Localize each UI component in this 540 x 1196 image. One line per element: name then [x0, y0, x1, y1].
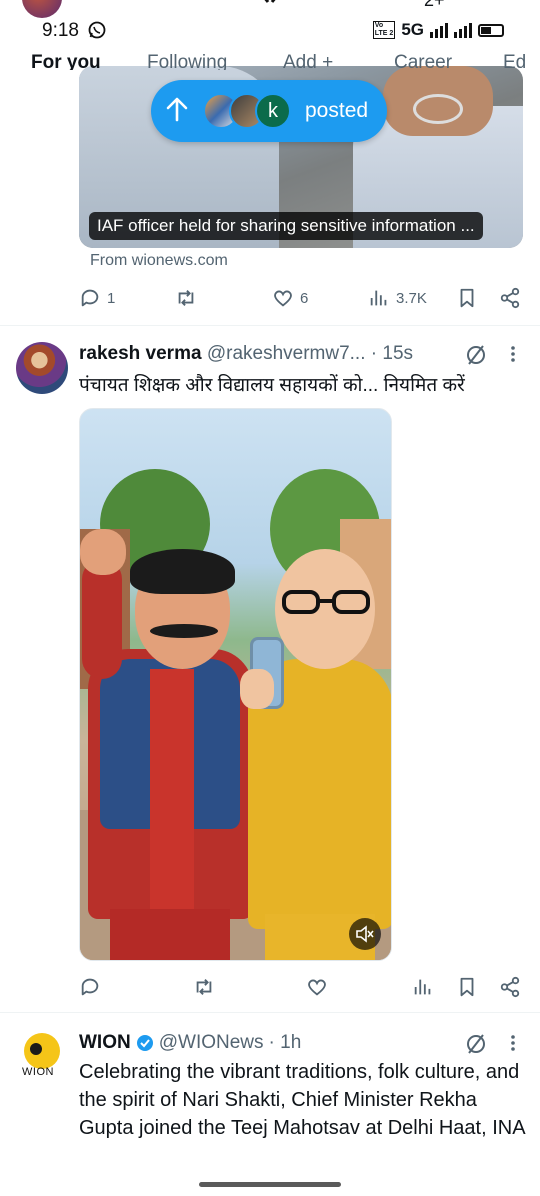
tweet-divider	[0, 325, 540, 326]
timeline-tabs: For you Following Add + Career Ed	[0, 50, 540, 70]
tab-ed[interactable]: Ed	[503, 52, 526, 70]
home-indicator[interactable]	[199, 1182, 341, 1187]
media-image-part	[240, 669, 274, 709]
volte-badge: Vo LTE 2	[372, 21, 396, 39]
media-image-part	[80, 529, 126, 575]
status-icons: Vo LTE 2 5G	[372, 20, 504, 40]
share-button[interactable]	[499, 287, 521, 309]
share-button[interactable]	[499, 976, 521, 998]
media-image-part	[413, 94, 463, 124]
like-button[interactable]: 6	[272, 287, 308, 309]
retweet-icon	[178, 290, 194, 306]
tweet-time: · 15s	[370, 343, 414, 364]
like-icon	[308, 979, 326, 996]
mute-icon	[356, 925, 374, 943]
media-image-part	[130, 549, 235, 594]
clock: 9:18	[42, 20, 79, 41]
battery-icon	[478, 23, 504, 37]
views-button[interactable]: 3.7K	[368, 287, 427, 309]
author-name[interactable]: WION	[79, 1032, 131, 1054]
status-bar: 2+ 9:18 Vo LTE 2 5G	[0, 0, 540, 46]
reply-icon	[81, 289, 99, 307]
settings-icon[interactable]	[492, 0, 512, 4]
share-icon	[500, 287, 520, 309]
views-button[interactable]	[412, 976, 440, 998]
tab-career[interactable]: Career	[394, 52, 452, 70]
grok-icon[interactable]	[465, 1033, 487, 1055]
retweet-button[interactable]	[193, 976, 221, 998]
view-count: 3.7K	[396, 289, 427, 307]
grok-icon[interactable]	[465, 344, 487, 366]
retweet-icon	[196, 979, 212, 995]
more-icon[interactable]	[505, 1033, 521, 1053]
profile-avatar[interactable]	[22, 0, 62, 18]
media-image-part	[82, 559, 122, 679]
views-icon	[370, 290, 387, 306]
avatar: k	[255, 93, 291, 129]
media-image-part	[282, 590, 370, 614]
x-logo-icon	[264, 0, 276, 3]
tweet-text: Celebrating the vibrant traditions, folk…	[79, 1061, 526, 1139]
reply-icon	[81, 978, 99, 996]
bookmark-icon	[460, 977, 474, 997]
bookmark-icon	[460, 288, 474, 308]
avatar-logo-text: WION	[22, 1066, 54, 1078]
link-card-title: IAF officer held for sharing sensitive i…	[89, 212, 483, 240]
tweet2-actions	[0, 976, 540, 1002]
tab-following[interactable]: Following	[147, 52, 227, 70]
like-icon	[274, 290, 292, 307]
share-icon	[500, 976, 520, 998]
verified-icon	[136, 1035, 153, 1051]
reply-button[interactable]	[79, 976, 107, 998]
tweet-time: · 1h	[268, 1032, 302, 1053]
bookmark-button[interactable]	[456, 976, 478, 998]
mute-button[interactable]	[349, 918, 381, 950]
tweet-divider	[0, 1012, 540, 1013]
retweet-button[interactable]	[175, 287, 203, 309]
tab-for-you[interactable]: For you	[31, 52, 101, 70]
tweet-text: पंचायत शिक्षक और विद्यालय सहायकों को... …	[79, 375, 465, 396]
link-source[interactable]: From wionews.com	[90, 252, 228, 270]
views-icon	[414, 979, 431, 995]
arrow-up-icon	[151, 96, 203, 127]
avatar[interactable]	[16, 342, 68, 394]
signal-icon	[430, 22, 448, 38]
top-right-count: 2+	[424, 0, 445, 10]
author-name[interactable]: rakesh verma	[79, 343, 202, 364]
like-button[interactable]	[306, 976, 334, 998]
avatar-logo-mark	[30, 1043, 42, 1055]
reply-button[interactable]: 1	[79, 287, 115, 309]
author-handle[interactable]: @WIONews	[159, 1032, 264, 1054]
timeline-screen: 2+ 9:18 Vo LTE 2 5G For you Following Add…	[0, 0, 540, 1196]
tweet2-header: rakesh verma @rakeshvermw7... · 15s	[79, 343, 413, 365]
signal-icon-2	[454, 22, 472, 38]
more-icon[interactable]	[505, 344, 521, 364]
new-posts-label: posted	[305, 99, 369, 122]
media-image-part	[150, 624, 218, 638]
reply-count: 1	[107, 289, 116, 307]
author-handle[interactable]: @rakeshvermw7...	[207, 343, 366, 364]
new-posts-pill[interactable]: k posted	[151, 80, 387, 142]
like-count: 6	[300, 289, 309, 307]
media-image-part	[110, 909, 230, 960]
tweet2-video[interactable]	[79, 408, 392, 961]
tab-add[interactable]: Add +	[283, 52, 333, 70]
whatsapp-icon	[88, 21, 106, 39]
tweet1-actions: 1 6 3.7K	[0, 287, 540, 313]
tweet3-header: WION @WIONews · 1h	[79, 1032, 301, 1054]
media-image-part	[150, 669, 194, 929]
network-type: 5G	[401, 20, 424, 39]
bookmark-button[interactable]	[456, 287, 478, 309]
